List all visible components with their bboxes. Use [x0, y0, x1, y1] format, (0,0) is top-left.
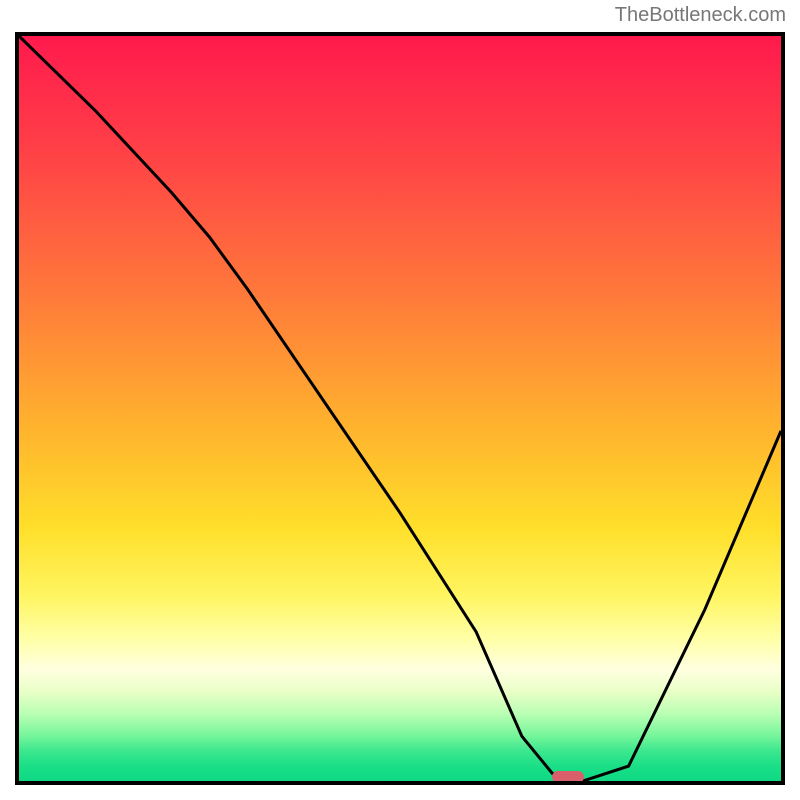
chart-frame: [15, 32, 785, 785]
curve-path: [19, 36, 781, 781]
optimal-marker: [552, 771, 584, 783]
bottleneck-curve: [19, 36, 781, 781]
watermark-text: TheBottleneck.com: [615, 4, 786, 27]
